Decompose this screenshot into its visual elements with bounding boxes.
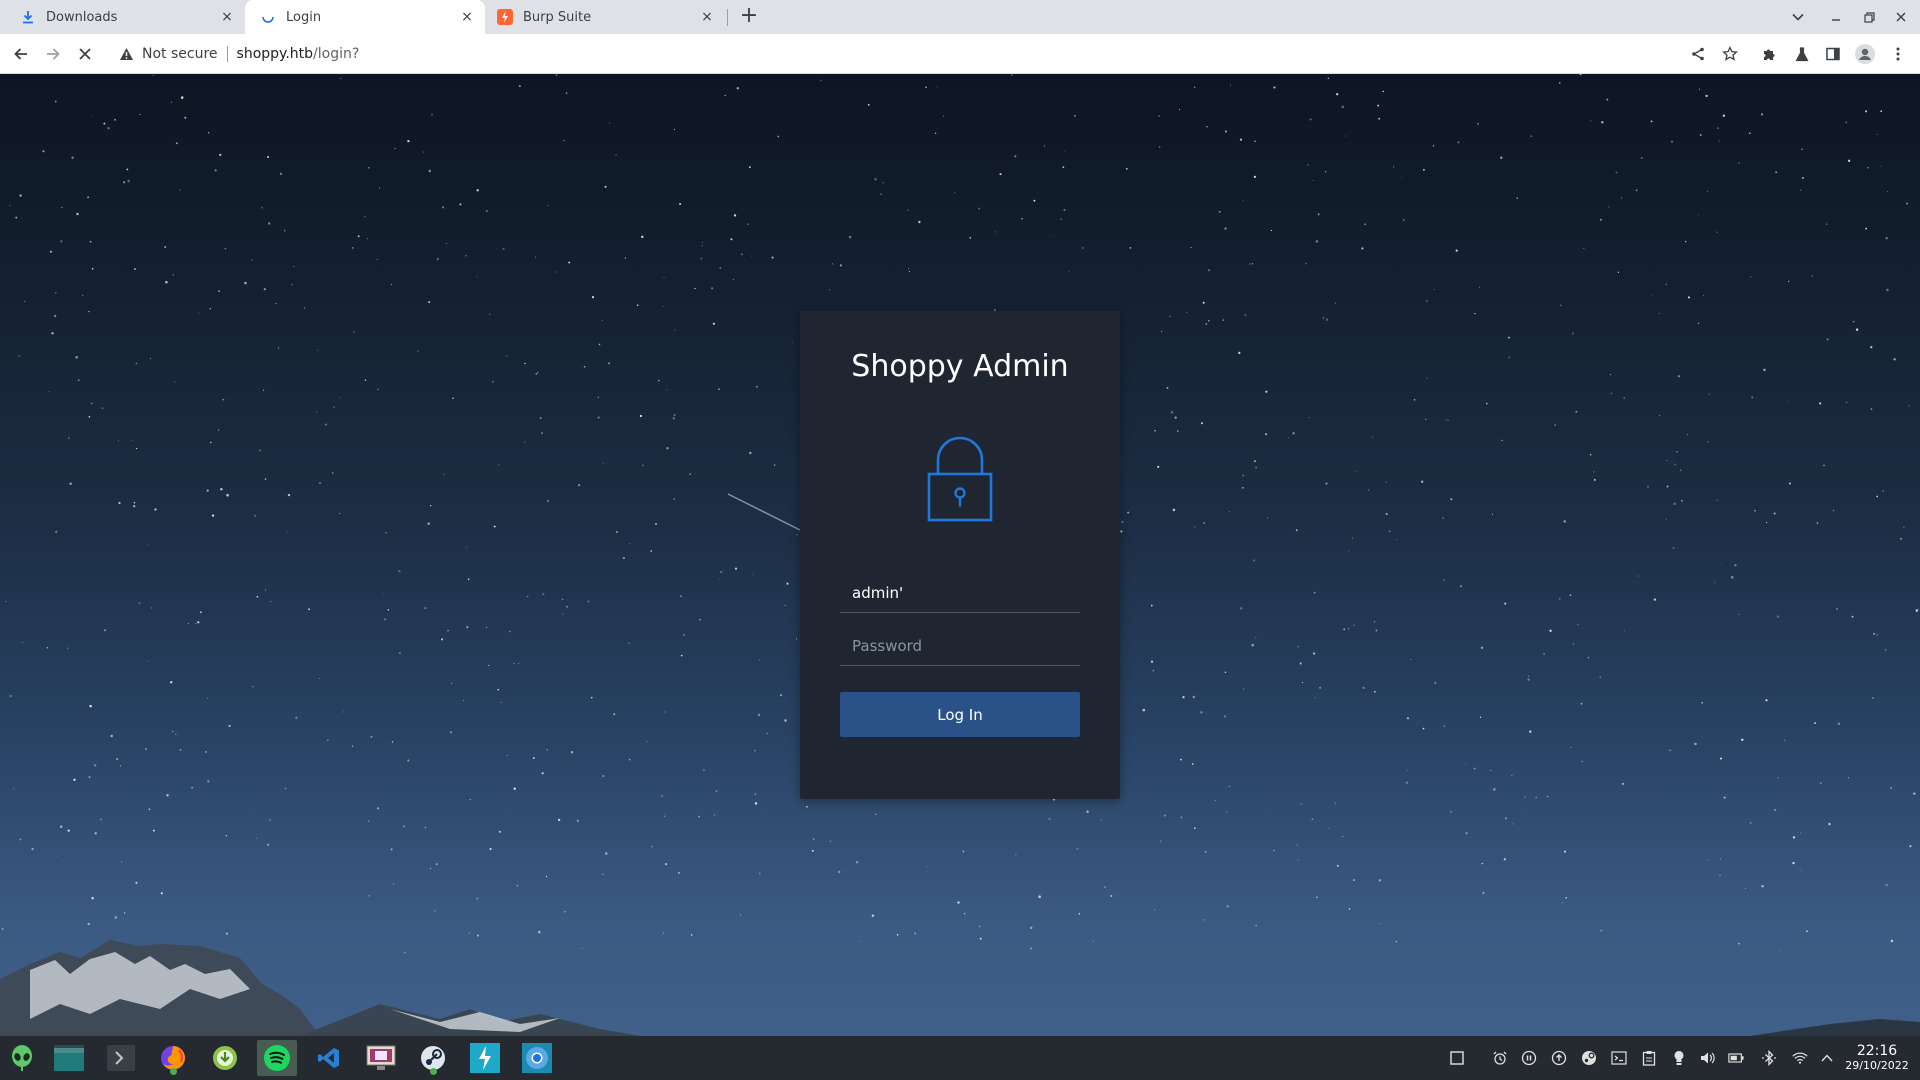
profile-avatar-icon[interactable] xyxy=(1853,42,1877,66)
tab-label: Downloads xyxy=(46,9,118,25)
downloader-icon[interactable] xyxy=(205,1040,245,1076)
file-manager-icon[interactable] xyxy=(49,1040,89,1076)
close-tab-icon[interactable]: × xyxy=(697,7,717,27)
steam-icon[interactable] xyxy=(413,1040,453,1076)
url-host[interactable]: shoppy.htb xyxy=(237,46,314,62)
bookmark-star-icon[interactable] xyxy=(1718,42,1742,66)
login-card: Shoppy Admin Log In xyxy=(800,311,1120,799)
steam-tray-icon[interactable] xyxy=(1581,1050,1597,1066)
close-window-icon[interactable] xyxy=(1890,7,1912,27)
bluetooth-icon[interactable] xyxy=(1761,1050,1777,1066)
tab-downloads[interactable]: Downloads × xyxy=(0,0,245,34)
tab-strip: Downloads × Login × Burp Suite × + xyxy=(0,0,1920,34)
clock-time: 22:16 xyxy=(1856,1043,1898,1059)
password-input[interactable] xyxy=(840,626,1080,666)
share-icon[interactable] xyxy=(1686,42,1710,66)
terminal-icon[interactable] xyxy=(101,1040,141,1076)
address-bar[interactable]: Not secure shoppy.htb /login? xyxy=(108,38,1744,70)
console-icon[interactable] xyxy=(1611,1050,1627,1066)
new-tab-button[interactable]: + xyxy=(737,5,761,29)
alarm-clock-icon[interactable] xyxy=(1492,1050,1508,1066)
taskbar: 22:16 29/10/2022 xyxy=(0,1036,1920,1080)
volume-icon[interactable] xyxy=(1699,1050,1715,1066)
running-indicator xyxy=(170,1068,177,1075)
download-icon xyxy=(20,9,36,25)
username-input[interactable] xyxy=(840,573,1080,613)
loading-spinner-icon xyxy=(260,9,276,25)
tab-burp-suite[interactable]: Burp Suite × xyxy=(485,0,725,34)
tab-search-icon[interactable] xyxy=(1787,7,1809,27)
lightbulb-icon[interactable] xyxy=(1671,1050,1687,1066)
forward-arrow-icon[interactable] xyxy=(41,42,65,66)
not-secure-label[interactable]: Not secure xyxy=(142,46,218,62)
clipboard-icon[interactable] xyxy=(1641,1050,1657,1066)
warning-triangle-icon[interactable] xyxy=(118,46,134,62)
media-pause-icon[interactable] xyxy=(1521,1050,1537,1066)
side-panel-icon[interactable] xyxy=(1821,42,1845,66)
stop-loading-icon[interactable] xyxy=(73,42,97,66)
url-path[interactable]: /login? xyxy=(313,46,359,62)
browser-toolbar: Not secure shoppy.htb /login? xyxy=(0,34,1920,74)
restore-icon[interactable] xyxy=(1858,7,1880,27)
system-clock[interactable]: 22:16 29/10/2022 xyxy=(1842,1043,1912,1073)
tab-divider xyxy=(727,9,728,26)
close-tab-icon[interactable]: × xyxy=(457,7,477,27)
close-tab-icon[interactable]: × xyxy=(217,7,237,27)
tab-label: Burp Suite xyxy=(523,9,592,25)
omnibox-divider xyxy=(226,46,228,62)
chevron-up-icon[interactable] xyxy=(1819,1050,1835,1066)
tab-label: Login xyxy=(286,9,322,25)
minimize-icon[interactable] xyxy=(1825,7,1847,27)
image-viewer-icon[interactable] xyxy=(361,1040,401,1076)
alien-menu-icon[interactable] xyxy=(2,1040,42,1076)
firefox-icon[interactable] xyxy=(153,1040,193,1076)
spotify-icon[interactable] xyxy=(257,1040,297,1076)
updates-icon[interactable] xyxy=(1551,1050,1567,1066)
burp-suite-icon xyxy=(497,9,513,25)
kebab-menu-icon[interactable] xyxy=(1886,42,1910,66)
page-title: Shoppy Admin xyxy=(851,349,1069,384)
vscode-icon[interactable] xyxy=(309,1040,349,1076)
labs-flask-icon[interactable] xyxy=(1790,42,1814,66)
page-viewport: Shoppy Admin Log In xyxy=(0,74,1920,1036)
padlock-icon xyxy=(927,436,993,522)
wifi-icon[interactable] xyxy=(1792,1050,1808,1066)
running-indicator xyxy=(430,1068,437,1075)
login-button[interactable]: Log In xyxy=(840,692,1080,737)
chromium-icon[interactable] xyxy=(517,1040,557,1076)
clock-date: 29/10/2022 xyxy=(1845,1059,1909,1072)
tab-login[interactable]: Login × xyxy=(245,0,485,34)
burp-icon[interactable] xyxy=(465,1040,505,1076)
extensions-puzzle-icon[interactable] xyxy=(1757,42,1781,66)
show-desktop-icon[interactable] xyxy=(1449,1050,1465,1066)
back-arrow-icon[interactable] xyxy=(9,42,33,66)
battery-icon[interactable] xyxy=(1728,1050,1744,1066)
